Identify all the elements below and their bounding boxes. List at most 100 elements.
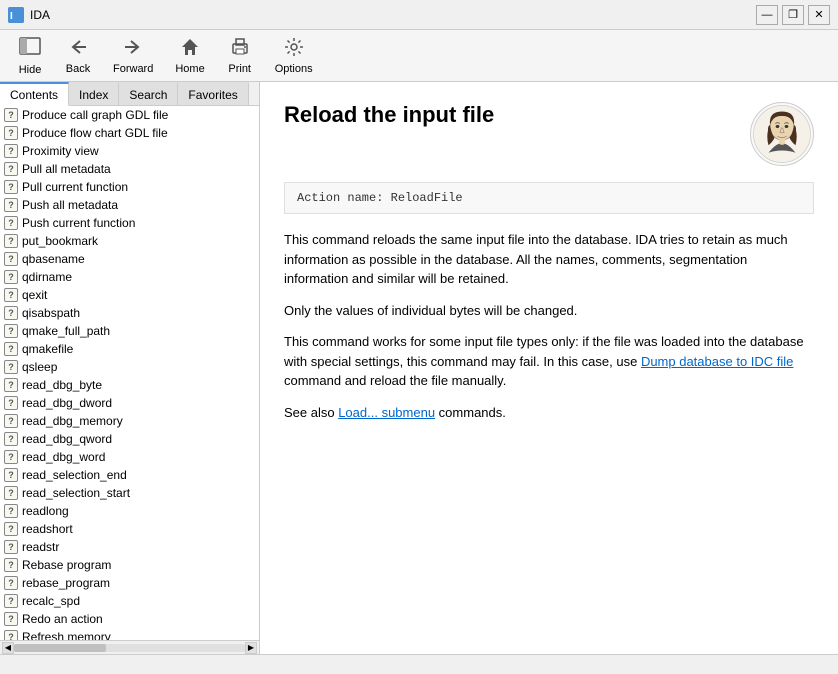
print-button[interactable]: Print [218,32,262,80]
list-item[interactable]: ?read_selection_end [0,466,259,484]
scrollbar-thumb[interactable] [14,644,106,652]
list-item[interactable]: ?read_dbg_byte [0,376,259,394]
minimize-button[interactable]: — [756,5,778,25]
list-item[interactable]: ? readshort [0,520,259,538]
list-item[interactable]: ?qsleep [0,358,259,376]
list-item[interactable]: ?qbasename [0,250,259,268]
paragraph-2: Only the values of individual bytes will… [284,301,814,321]
list-item[interactable]: ? qisabspath [0,304,259,322]
paragraph-4: See also Load... submenu commands. [284,403,814,423]
list-item-label: Refresh memory [22,630,111,640]
list-item-icon: ? [4,612,18,626]
list-item[interactable]: ?Push all metadata [0,196,259,214]
close-button[interactable]: ✕ [808,5,830,25]
list-item-label: readshort [22,522,73,536]
list-item-label: Produce flow chart GDL file [22,126,168,140]
list-item[interactable]: ? put_bookmark [0,232,259,250]
list-item[interactable]: ?Push current function [0,214,259,232]
hide-button[interactable]: Hide [8,31,52,81]
list-item[interactable]: ?Pull current function [0,178,259,196]
app-icon: I [8,7,24,23]
home-icon [180,37,200,61]
list-item-icon: ? [4,126,18,140]
back-button[interactable]: Back [56,32,100,80]
list-item-icon: ? [4,252,18,266]
code-block: Action name: ReloadFile [284,182,814,214]
load-submenu-link[interactable]: Load... submenu [338,405,435,420]
list-item-icon: ? [4,522,18,536]
list-item-label: readstr [22,540,59,554]
title-bar: I IDA — ❐ ✕ [0,0,838,30]
list-item[interactable]: ?Rebase program [0,556,259,574]
list-item-label: qisabspath [22,306,80,320]
list-item-icon: ? [4,558,18,572]
list-item[interactable]: ?qmake_full_path [0,322,259,340]
tab-search[interactable]: Search [119,82,178,105]
list-item[interactable]: ?qmakefile [0,340,259,358]
content-header: Reload the input file [284,102,814,166]
list-item-label: qexit [22,288,47,302]
scroll-left-button[interactable]: ◀ [2,642,14,654]
left-panel: Contents Index Search Favorites ? Produce… [0,82,260,654]
list-item-label: Push all metadata [22,198,118,212]
restore-button[interactable]: ❐ [782,5,804,25]
list-item[interactable]: ? read_dbg_dword [0,394,259,412]
list-item[interactable]: ? Produce flow chart GDL file [0,124,259,142]
list-item-label: recalc_spd [22,594,80,608]
list-item-icon: ? [4,396,18,410]
list-item[interactable]: ?read_dbg_memory [0,412,259,430]
tab-contents[interactable]: Contents [0,82,69,106]
list-item-label: read_dbg_dword [22,396,112,410]
list-item-label: Produce call graph GDL file [22,108,168,122]
list-item-label: Proximity view [22,144,99,158]
list-item[interactable]: ?rebase_program [0,574,259,592]
tab-index[interactable]: Index [69,82,119,105]
list-item-icon: ? [4,576,18,590]
home-button[interactable]: Home [166,32,213,80]
list-item-label: read_dbg_word [22,450,105,464]
list-item[interactable]: ? Proximity view [0,142,259,160]
list-item[interactable]: ?qexit [0,286,259,304]
tab-favorites[interactable]: Favorites [178,82,248,105]
status-bar [0,654,838,674]
list-item[interactable]: ?Pull all metadata [0,160,259,178]
list-container[interactable]: ? Produce call graph GDL file? Produce flo… [0,106,259,640]
home-label: Home [175,63,204,75]
back-label: Back [66,63,90,75]
list-item-icon: ? [4,144,18,158]
list-item[interactable]: ?read_selection_start [0,484,259,502]
window-title: IDA [30,8,50,22]
list-item[interactable]: ?Refresh memory [0,628,259,640]
horizontal-scrollbar[interactable]: ◀ ▶ [0,640,259,654]
list-item-label: put_bookmark [22,234,98,248]
list-item[interactable]: ?readstr [0,538,259,556]
back-icon [68,37,88,61]
list-item[interactable]: ? recalc_spd [0,592,259,610]
list-item-icon: ? [4,234,18,248]
dump-link[interactable]: Dump database to IDC file [641,354,793,369]
list-item[interactable]: ? Produce call graph GDL file [0,106,259,124]
list-item[interactable]: ? read_dbg_qword [0,430,259,448]
window-controls: — ❐ ✕ [756,5,830,25]
list-item-label: read_selection_start [22,486,130,500]
list-item-icon: ? [4,360,18,374]
forward-button[interactable]: Forward [104,32,162,80]
list-item[interactable]: ?qdirname [0,268,259,286]
scroll-right-button[interactable]: ▶ [245,642,257,654]
list-item-icon: ? [4,180,18,194]
content-area: Reload the input file [260,82,838,654]
list-item[interactable]: ?read_dbg_word [0,448,259,466]
svg-text:I: I [10,11,13,22]
list-item-label: read_dbg_qword [22,432,112,446]
list-item-label: qdirname [22,270,72,284]
list-item-label: read_dbg_memory [22,414,123,428]
list-item-icon: ? [4,432,18,446]
options-button[interactable]: Options [266,32,322,80]
list-item-icon: ? [4,594,18,608]
tab-bar: Contents Index Search Favorites [0,82,259,106]
list-item-icon: ? [4,108,18,122]
list-item-icon: ? [4,306,18,320]
content-title: Reload the input file [284,102,494,128]
list-item[interactable]: ?Redo an action [0,610,259,628]
list-item[interactable]: ?readlong [0,502,259,520]
